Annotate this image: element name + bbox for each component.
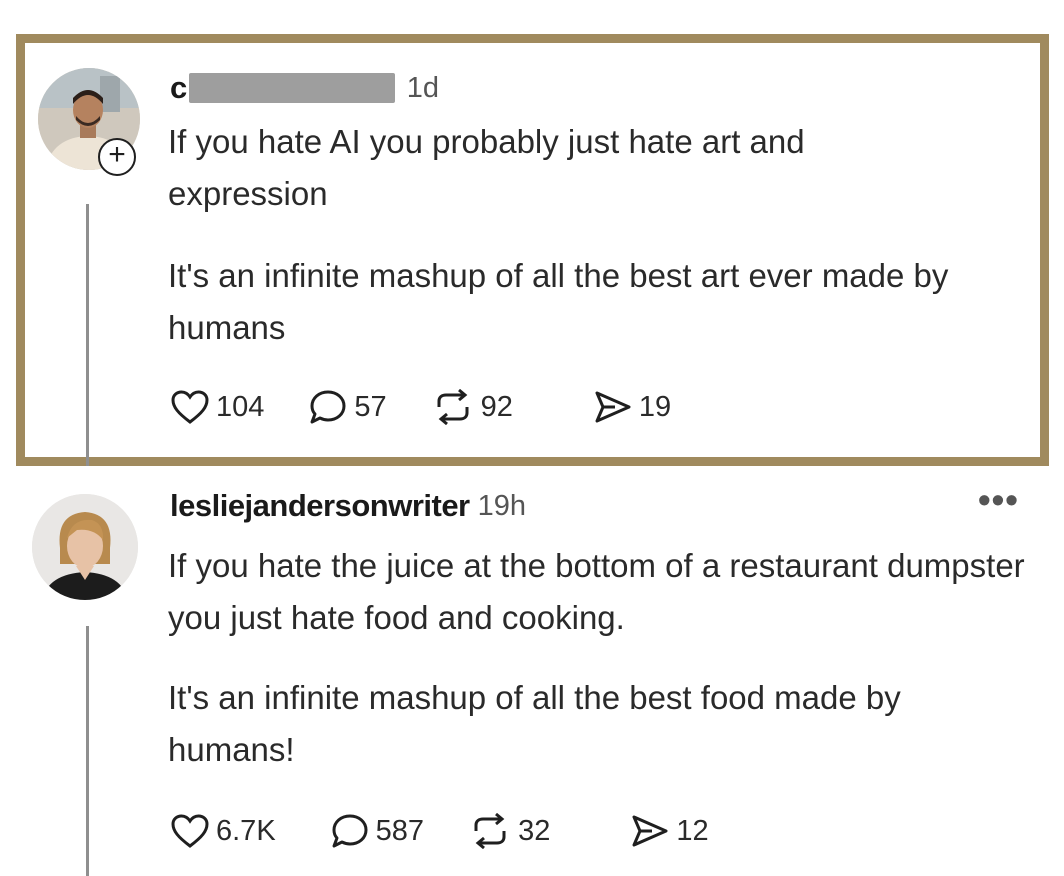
share-button[interactable]: 12 [630,813,709,849]
post-text: It's an infinite mashup of all the best … [168,679,901,768]
heart-icon [171,814,209,848]
repost-icon [437,389,469,425]
share-count: 19 [638,390,672,423]
post-text: It's an infinite mashup of all the best … [168,257,949,346]
reply-count: 57 [354,390,387,423]
repost-button[interactable]: 32 [468,813,550,849]
thread-line [86,204,89,466]
share-button[interactable]: 19 [593,389,671,425]
post-actions: 6.7K 587 32 12 [170,812,753,850]
reply-button[interactable]: 57 [308,388,387,426]
comment-icon [332,814,368,848]
post-actions: 104 57 92 19 [170,388,715,426]
username[interactable]: c [170,70,187,106]
post-time: 19h [477,489,527,522]
send-icon [595,391,631,423]
repost-count: 92 [480,390,513,423]
reply-button[interactable]: 587 [330,812,424,850]
share-count: 12 [676,814,709,847]
post-time: 1d [406,71,440,104]
redacted-username [188,73,395,103]
avatar-photo [32,494,138,600]
post-text: If you hate the juice at the bottom of a… [168,547,1025,636]
send-icon [632,815,668,847]
username[interactable]: lesliejandersonwriter [170,488,470,524]
like-count: 6.7K [216,814,276,847]
like-button[interactable]: 6.7K [170,813,276,849]
reply-count: 587 [375,814,425,847]
like-button[interactable]: 104 [170,389,264,425]
repost-button[interactable]: 92 [431,389,513,425]
thread-line [86,626,89,876]
repost-count: 32 [518,814,551,847]
repost-icon [474,813,506,849]
post-header: lesliejandersonwriter 19h [170,488,526,524]
heart-icon [171,390,209,424]
post-header: c 1d [170,70,439,106]
more-options-icon[interactable]: ••• [978,482,1019,518]
like-count: 104 [216,390,265,423]
post-text: If you hate AI you probably just hate ar… [168,123,805,212]
follow-icon[interactable]: + [98,138,136,176]
comment-icon [310,390,346,424]
avatar[interactable] [32,494,138,600]
